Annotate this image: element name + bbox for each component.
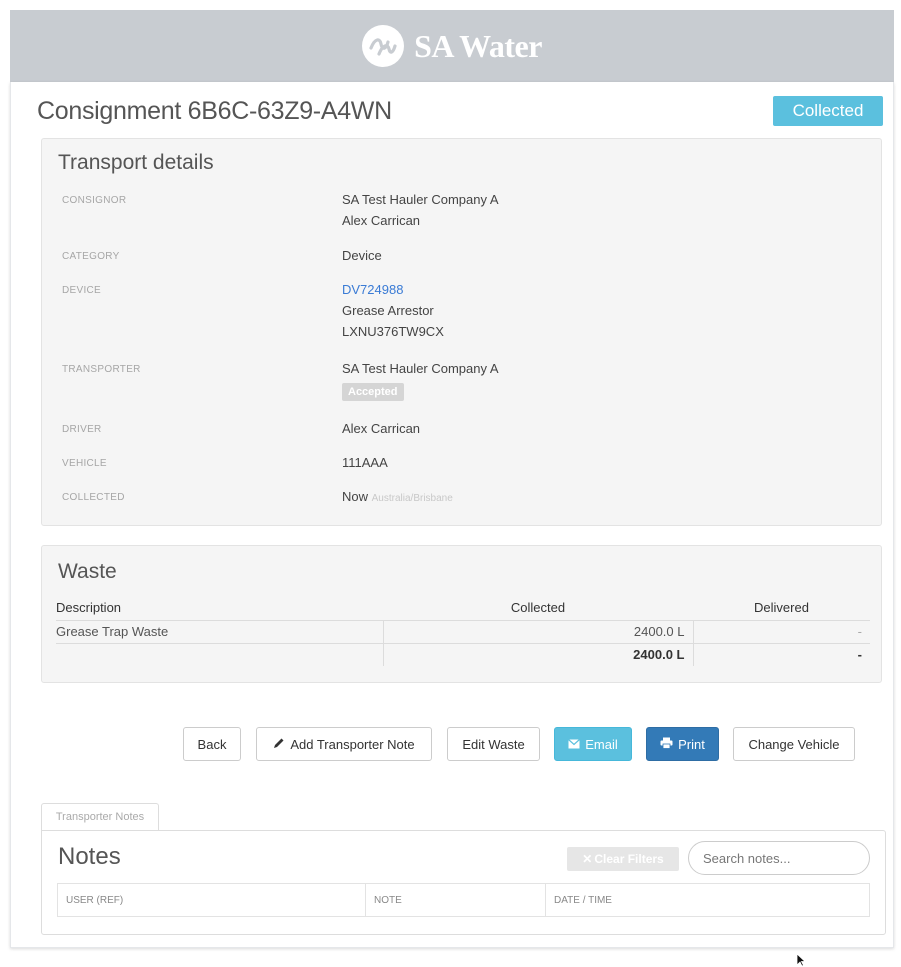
collected-timezone: Australia/Brisbane xyxy=(371,493,453,504)
email-label: Email xyxy=(585,736,618,752)
action-buttons: Back Add Transporter Note Edit Waste Ema… xyxy=(11,727,895,761)
print-button[interactable]: Print xyxy=(646,727,719,761)
app-header: SA Water xyxy=(10,10,894,82)
waste-table: Description Collected Delivered Grease T… xyxy=(56,596,870,666)
waste-description: Grease Trap Waste xyxy=(56,619,383,643)
transporter-value: SA Test Hauler Company A Accepted xyxy=(342,358,499,401)
collected-label: COLLECTED xyxy=(62,492,125,503)
device-serial: LXNU376TW9CX xyxy=(342,324,444,339)
device-value: DV724988 Grease Arrestor LXNU376TW9CX xyxy=(342,279,444,342)
clear-filters-button[interactable]: ✕ Clear Filters xyxy=(567,847,679,871)
total-row: 2400.0 L - xyxy=(56,642,870,666)
waste-heading: Waste xyxy=(58,560,117,583)
column-header-user[interactable]: USER (REF) xyxy=(58,884,365,916)
notes-heading: Notes xyxy=(58,843,121,870)
edit-waste-label: Edit Waste xyxy=(462,736,525,752)
page-title: Consignment 6B6C-63Z9-A4WN xyxy=(37,97,392,125)
add-transporter-note-button[interactable]: Add Transporter Note xyxy=(256,727,432,761)
wave-logo-icon xyxy=(362,25,405,67)
collected-time: Now xyxy=(342,489,369,504)
edit-waste-button[interactable]: Edit Waste xyxy=(447,727,540,761)
search-notes-input[interactable] xyxy=(688,841,870,875)
printer-icon xyxy=(660,737,673,752)
collected-value: Now Australia/Brisbane xyxy=(342,486,453,509)
device-type: Grease Arrestor xyxy=(342,303,434,318)
notes-table-header: USER (REF) NOTE DATE / TIME xyxy=(57,883,870,917)
table-row: Grease Trap Waste 2400.0 L - xyxy=(56,619,870,643)
add-note-label: Add Transporter Note xyxy=(290,736,415,752)
brand-name: SA Water xyxy=(414,27,542,64)
back-button-label: Back xyxy=(197,736,227,752)
brand-logo[interactable]: SA Water xyxy=(362,25,542,67)
vehicle-label: VEHICLE xyxy=(62,458,107,469)
envelope-icon xyxy=(568,737,581,752)
total-label-cell xyxy=(56,642,383,666)
consignment-card: Consignment 6B6C-63Z9-A4WN Collected Tra… xyxy=(10,82,894,948)
transport-details-heading: Transport details xyxy=(58,151,214,174)
transporter-company: SA Test Hauler Company A xyxy=(342,361,499,376)
column-header-description: Description xyxy=(56,596,383,621)
category-label: CATEGORY xyxy=(62,251,120,262)
column-header-collected: Collected xyxy=(383,596,693,621)
vehicle-value: 111AAA xyxy=(342,455,388,470)
waste-collected: 2400.0 L xyxy=(382,619,693,643)
change-vehicle-button[interactable]: Change Vehicle xyxy=(733,727,855,761)
driver-value: Alex Carrican xyxy=(342,421,421,436)
category-value: Device xyxy=(342,248,382,263)
mouse-pointer-icon xyxy=(796,953,807,967)
transport-details-panel: Transport details CONSIGNOR SA Test Haul… xyxy=(41,138,882,526)
print-label: Print xyxy=(678,736,705,752)
waste-table-header: Description Collected Delivered xyxy=(56,596,870,621)
clear-filters-label: Clear Filters xyxy=(594,852,664,866)
email-button[interactable]: Email xyxy=(554,727,632,761)
column-header-note[interactable]: NOTE xyxy=(365,884,545,916)
total-delivered: - xyxy=(692,642,870,666)
change-vehicle-label: Change Vehicle xyxy=(748,736,840,752)
status-badge: Collected xyxy=(773,96,883,126)
device-link[interactable]: DV724988 xyxy=(342,279,444,300)
back-button[interactable]: Back xyxy=(183,727,241,761)
transporter-label: TRANSPORTER xyxy=(62,364,141,375)
transporter-status-badge: Accepted xyxy=(342,383,404,401)
close-icon: ✕ xyxy=(582,852,593,866)
waste-panel: Waste Description Collected Delivered Gr… xyxy=(41,545,882,683)
column-header-date-time[interactable]: DATE / TIME xyxy=(545,884,869,916)
notes-panel: Notes ✕ Clear Filters USER (REF) NOTE DA… xyxy=(41,830,886,935)
pencil-icon xyxy=(273,737,285,752)
device-label: DEVICE xyxy=(62,285,102,296)
driver-label: DRIVER xyxy=(62,424,102,435)
consignor-value: SA Test Hauler Company A Alex Carrican xyxy=(342,189,499,231)
total-collected: 2400.0 L xyxy=(382,642,693,666)
consignor-label: CONSIGNOR xyxy=(62,195,127,206)
consignor-person: Alex Carrican xyxy=(342,213,421,228)
consignor-company: SA Test Hauler Company A xyxy=(342,192,499,207)
column-header-delivered: Delivered xyxy=(693,596,870,621)
waste-delivered: - xyxy=(692,619,870,643)
tab-transporter-notes[interactable]: Transporter Notes xyxy=(41,803,159,831)
